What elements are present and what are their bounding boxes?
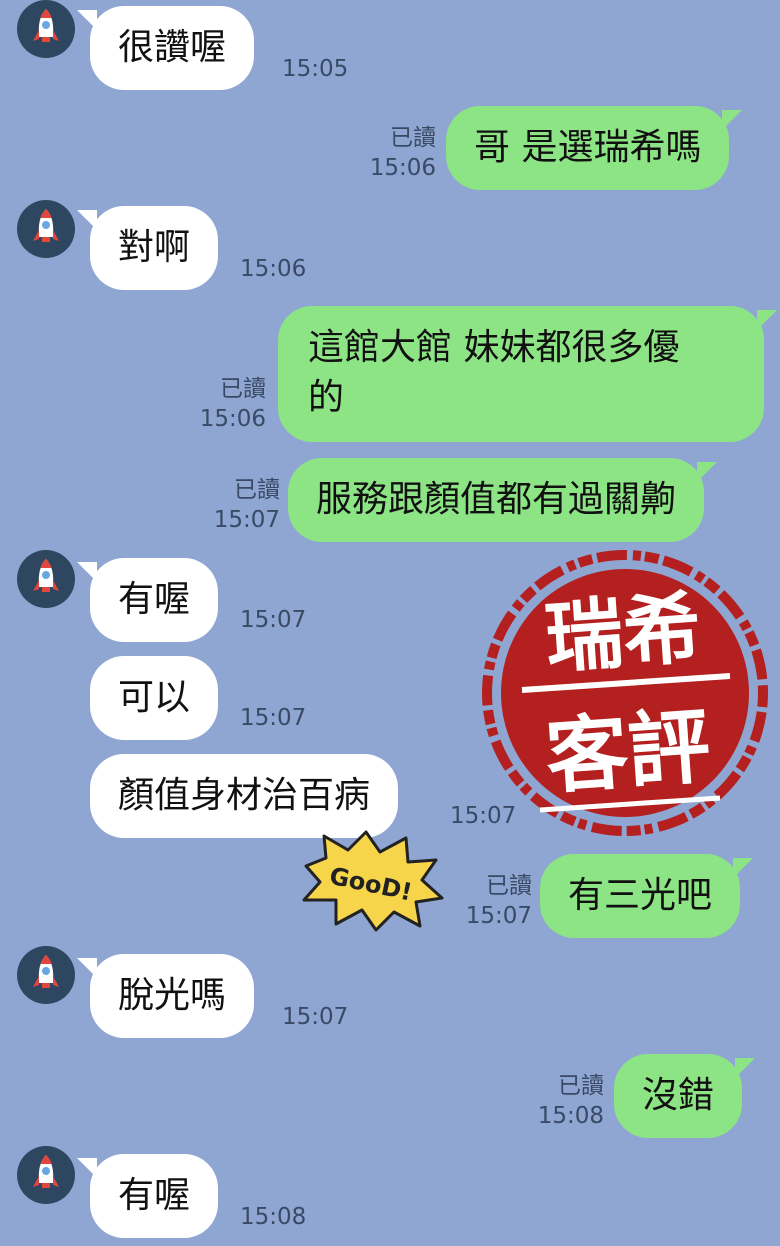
contact-avatar[interactable] — [17, 1146, 75, 1204]
message-bubble-incoming[interactable]: 顏值身材治百病 — [90, 754, 399, 838]
message-bubble-outgoing[interactable]: 服務跟顏值都有過關齁 — [288, 458, 718, 542]
message-time: 15:07 — [240, 705, 307, 731]
message-bubble-incoming[interactable]: 有喔 — [76, 1154, 219, 1238]
message-bubble-outgoing[interactable]: 沒錯 — [614, 1054, 756, 1138]
message-bubble-incoming[interactable]: 有喔 — [76, 558, 219, 642]
message-bubble-incoming[interactable]: 可以 — [90, 656, 219, 740]
message-time: 15:07 — [282, 1004, 349, 1030]
message-bubble-outgoing[interactable]: 有三光吧 — [540, 854, 754, 938]
stamp-line2: 客評 — [543, 699, 713, 805]
message-time: 15:07 — [240, 607, 307, 633]
message-text: 顏值身材治百病 — [118, 775, 371, 816]
message-time: 15:08 — [537, 1103, 604, 1129]
stamp-line1: 瑞希 — [542, 584, 704, 685]
read-receipt: 已讀 — [220, 376, 266, 402]
read-receipt: 已讀 — [486, 873, 532, 899]
contact-avatar[interactable] — [17, 200, 75, 258]
rocket-icon — [33, 209, 59, 242]
message-text: 哥 是選瑞希嗎 — [474, 127, 702, 168]
read-receipt: 已讀 — [390, 125, 436, 151]
message-text-line: 的 — [308, 377, 345, 418]
message-text: 有三光吧 — [568, 875, 713, 916]
message-time: 15:07 — [213, 507, 280, 533]
message-text: 沒錯 — [642, 1075, 715, 1116]
message-text: 脫光嗎 — [118, 975, 227, 1016]
message-bubble-incoming[interactable]: 對啊 — [76, 206, 219, 290]
message-time: 15:05 — [282, 56, 349, 82]
read-receipt: 已讀 — [558, 1073, 604, 1099]
contact-avatar[interactable] — [17, 550, 75, 608]
read-receipt: 已讀 — [234, 477, 280, 503]
message-bubble-outgoing[interactable]: 哥 是選瑞希嗎 — [446, 106, 743, 190]
rocket-icon — [33, 1155, 59, 1188]
rocket-icon — [33, 559, 59, 592]
message-bubble-incoming[interactable]: 脫光嗎 — [76, 954, 255, 1038]
rocket-icon — [33, 9, 59, 42]
review-stamp-icon: 瑞希 客評 — [482, 550, 768, 836]
message-text: 有喔 — [118, 579, 191, 620]
message-time: 15:06 — [240, 256, 307, 282]
message-text: 對啊 — [118, 227, 191, 268]
message-text: 可以 — [118, 677, 191, 718]
message-time: 15:06 — [369, 155, 436, 181]
message-text-line: 這館大館 妹妹都很多優 — [308, 327, 680, 368]
rocket-icon — [33, 955, 59, 988]
message-time: 15:07 — [465, 903, 532, 929]
message-bubble-outgoing[interactable]: 這館大館 妹妹都很多優 的 — [278, 306, 777, 442]
good-sticker-icon: GooD! — [302, 830, 444, 932]
message-text: 有喔 — [118, 1175, 191, 1216]
contact-avatar[interactable] — [17, 946, 75, 1004]
contact-avatar[interactable] — [17, 0, 75, 58]
message-time: 15:08 — [240, 1204, 307, 1230]
message-time: 15:06 — [199, 406, 266, 432]
message-bubble-incoming[interactable]: 很讚喔 — [76, 6, 255, 90]
message-text: 服務跟顏值都有過關齁 — [316, 479, 677, 520]
message-text: 很讚喔 — [118, 27, 227, 68]
